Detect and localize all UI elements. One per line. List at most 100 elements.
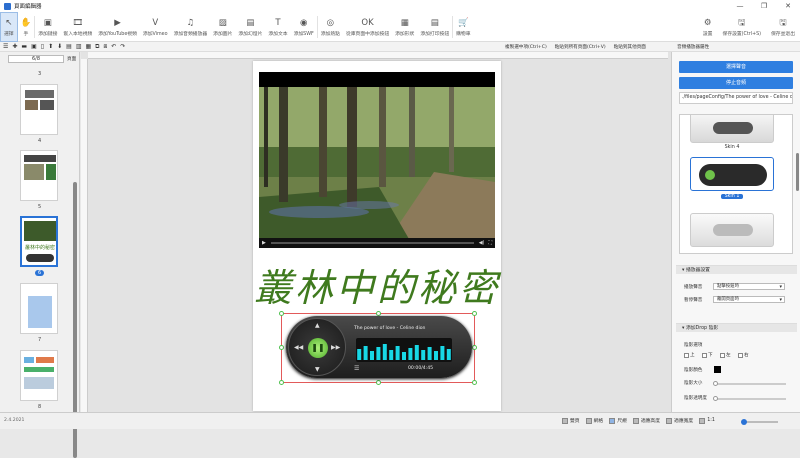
double-page-toggle[interactable]: 雙頁 <box>562 417 580 424</box>
shadow-left-checkbox[interactable]: 左 <box>720 352 731 358</box>
resize-handle[interactable] <box>279 345 284 350</box>
toolbar-label: 添加幻燈片 <box>238 31 263 37</box>
page-thumb-6[interactable]: 叢林中的秘密 <box>20 216 58 267</box>
shadow-size-slider[interactable] <box>713 381 786 386</box>
toolbar-button-0[interactable]: ↖ 選擇 <box>0 12 18 42</box>
toolbar-right-button-2[interactable]: 🖫 保存並退出 <box>766 12 800 42</box>
edit-tool-icon-13[interactable]: ↷ <box>120 43 125 51</box>
grid-toggle[interactable]: 網格 <box>585 417 603 424</box>
toolbar-button-4[interactable]: ▶ 添加YouTube視頻 <box>95 12 140 42</box>
edit-toolbar: ☰ ✚ ▬ ▣ ▯ ⬆ ⬇ ▤ ▥ ▦ ⧉ ⧈ ↶ ↷ 複製選中項(Ctrl+C) 粘貼到所有頁面(Ctr… <box>0 42 800 52</box>
shadow-bottom-checkbox[interactable]: 下 <box>702 352 713 358</box>
video-element[interactable]: ▶ ◀) ⛶ <box>259 72 495 248</box>
toolbar-button-14[interactable]: ▤ 添加打印按鈕 <box>417 12 452 42</box>
page-thumb-7[interactable] <box>20 283 58 334</box>
drop-shadow-header[interactable]: ▾ 添加Drop 陰影 <box>676 323 797 332</box>
toolbar-button-13[interactable]: ▦ 添加形狀 <box>392 12 417 42</box>
toolbar-button-5[interactable]: V 添加Vimeo <box>140 12 171 42</box>
toolbar-button-7[interactable]: ▨ 添加圖片 <box>210 12 235 42</box>
close-button[interactable]: ✕ <box>776 0 800 12</box>
fit-width-button[interactable]: 適應寬度 <box>666 417 693 424</box>
skin-option-next[interactable] <box>690 213 774 247</box>
toolbar-label: 保存並退出 <box>771 31 795 37</box>
paste-others-button[interactable]: 粘貼到其他頁面 <box>614 44 646 50</box>
toolbar-button-10[interactable]: ◉ 添加SWF <box>291 12 317 42</box>
pause-sound-label: 暫停聲音 <box>684 298 703 303</box>
volume-up-icon[interactable]: ▲ <box>315 322 320 329</box>
pause-sound-select[interactable]: 離開頁面時 <box>713 296 785 303</box>
skin-option-1[interactable] <box>690 157 774 191</box>
zoom-slider[interactable] <box>741 419 778 425</box>
toolbar-button-2[interactable]: ▣ 添加鏈接 <box>35 12 60 42</box>
page-heading[interactable]: 叢林中的秘密 <box>253 257 501 312</box>
skin-option-4[interactable] <box>690 115 774 143</box>
resize-handle[interactable] <box>279 380 284 385</box>
edit-tool-icon-10[interactable]: ⧉ <box>95 43 99 51</box>
edit-tool-icon-12[interactable]: ↶ <box>111 43 116 51</box>
edit-tool-icon-7[interactable]: ▤ <box>66 43 72 51</box>
edit-tool-icon-4[interactable]: ▯ <box>41 43 44 51</box>
toolbar-label: 保存設置(Ctrl+S) <box>722 31 761 37</box>
volume-icon[interactable]: ◀) <box>479 240 485 246</box>
player-settings-header[interactable]: ▾ 播放器設置 <box>676 265 797 274</box>
toolbar-icon: ▶ <box>114 17 121 28</box>
pause-button[interactable]: ❚❚ <box>308 338 328 358</box>
toolbar-button-11[interactable]: ◎ 添加熱點 <box>318 12 343 42</box>
audio-path-field[interactable]: ./files/pageConfig/The power of love - C… <box>679 92 793 104</box>
edit-tool-icon-9[interactable]: ▦ <box>85 43 91 51</box>
page-number-input[interactable]: 6/8 <box>8 55 64 63</box>
shadow-opacity-slider[interactable] <box>713 396 786 401</box>
shadow-right-checkbox[interactable]: 右 <box>738 352 749 358</box>
thumb-title: 叢林中的秘密 <box>24 245 55 251</box>
ruler-toggle[interactable]: 尺規 <box>609 417 627 424</box>
edit-tool-icon-5[interactable]: ⬆ <box>48 43 53 51</box>
toolbar-button-8[interactable]: ▤ 添加幻燈片 <box>235 12 265 42</box>
previous-icon[interactable]: ◀◀ <box>294 344 303 351</box>
edit-tool-icon-11[interactable]: ⧈ <box>103 43 107 51</box>
actual-size-button[interactable]: 1:1 <box>699 417 715 424</box>
select-audio-button[interactable]: 選擇聲音 <box>679 61 793 73</box>
resize-handle[interactable] <box>472 380 477 385</box>
video-progress-bar[interactable] <box>270 242 474 244</box>
skin-list-scrollbar[interactable] <box>796 153 799 191</box>
resize-handle[interactable] <box>472 311 477 316</box>
paste-all-button[interactable]: 粘貼到所有頁面(Ctrl+V) <box>555 44 606 50</box>
toolbar-right-button-0[interactable]: ⚙ 設置 <box>698 12 718 42</box>
toolbar-button-9[interactable]: T 添加文本 <box>265 12 290 42</box>
play-time: 00:00/4:45 <box>408 366 434 371</box>
copy-button[interactable]: 複製選中項(Ctrl+C) <box>505 44 547 50</box>
shadow-top-checkbox[interactable]: 上 <box>684 352 695 358</box>
fullscreen-icon[interactable]: ⛶ <box>488 240 492 246</box>
toolbar-label: 選擇 <box>4 31 14 37</box>
edit-tool-icon-6[interactable]: ⬇ <box>57 43 62 51</box>
stop-audio-button[interactable]: 停止音頻 <box>679 77 793 89</box>
volume-down-icon[interactable]: ▼ <box>315 366 320 373</box>
fit-height-button[interactable]: 適應高度 <box>632 417 660 424</box>
toolbar-right-button-1[interactable]: 🖫 保存設置(Ctrl+S) <box>717 12 766 42</box>
page-thumb-5[interactable] <box>20 150 58 201</box>
minimize-button[interactable]: — <box>728 0 752 12</box>
audio-player[interactable]: ▲ ▼ ◀◀ ▶▶ ❚❚ The power of love - Celine … <box>286 316 472 378</box>
toolbar-button-12[interactable]: OK 從庫頁面中添加按鈕 <box>343 12 392 42</box>
play-sound-select[interactable]: 點擊按鈕時 <box>713 283 785 290</box>
edit-tool-icon-1[interactable]: ✚ <box>12 43 17 51</box>
page-thumb-4[interactable] <box>20 84 58 135</box>
toolbar-button-6[interactable]: ♫ 添加音頻播放器 <box>171 12 211 42</box>
page-thumb-8[interactable] <box>20 350 58 401</box>
toolbar-button-1[interactable]: ✋ 手 <box>18 12 35 42</box>
play-icon[interactable]: ▶ <box>262 240 266 246</box>
shadow-color-swatch[interactable] <box>714 366 721 373</box>
maximize-button[interactable]: ❐ <box>752 0 776 12</box>
resize-handle[interactable] <box>472 345 477 350</box>
edit-tool-icon-0[interactable]: ☰ <box>3 43 8 51</box>
edit-tool-icon-2[interactable]: ▬ <box>21 43 27 51</box>
next-icon[interactable]: ▶▶ <box>331 344 340 351</box>
toolbar-button-15[interactable]: 🛒 購物車 <box>453 12 473 42</box>
toolbar-button-3[interactable]: 🎞 嵌入本地視頻 <box>60 12 95 42</box>
editing-page[interactable]: ▶ ◀) ⛶ 叢林中的秘密 ▲ ▼ ◀◀ ▶▶ ❚❚ The power of … <box>253 61 501 411</box>
resize-handle[interactable] <box>279 311 284 316</box>
playlist-icon[interactable]: ☰ <box>354 365 359 372</box>
edit-tool-icon-3[interactable]: ▣ <box>31 43 37 51</box>
edit-tool-icon-8[interactable]: ▥ <box>76 43 82 51</box>
resize-handle[interactable] <box>376 380 381 385</box>
